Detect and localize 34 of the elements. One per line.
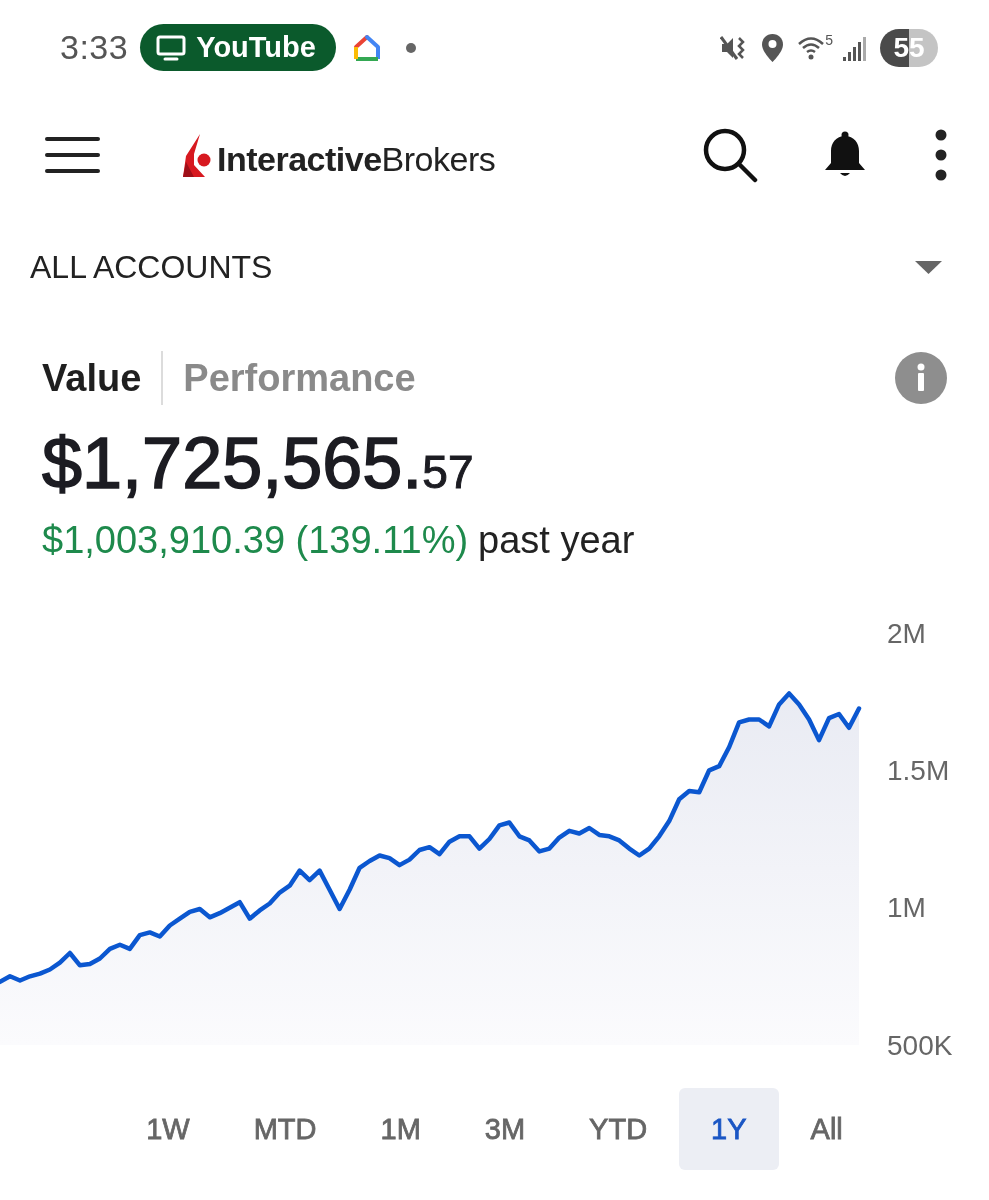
range-tab[interactable]: 1W [114,1088,222,1170]
location-pin-icon [761,32,785,63]
clock-time: 3:33 [60,28,129,67]
caret-icon [915,260,942,274]
range-tab[interactable]: YTD [557,1088,680,1170]
axis-tick-label: 1M [887,892,926,924]
logo-wordmark: InteractiveBrokers [217,141,496,176]
account-dropdown[interactable]: ALL ACCOUNTS [0,215,989,319]
signal-icon [843,34,868,61]
dot-icon [405,42,416,53]
app-chip[interactable]: YouTube [140,24,336,71]
axis-tick-label: 1.5M [887,754,950,786]
axis-tick-label: 500K [887,1029,953,1061]
range-tab[interactable]: 1M [348,1088,453,1170]
axis-tick-label: 2M [887,617,926,649]
battery-badge: 55 [880,28,938,67]
range-tab[interactable]: 1Y [679,1088,779,1170]
range-tab[interactable]: All [778,1088,875,1170]
range-tab[interactable]: 3M [452,1088,558,1170]
search-icon[interactable] [702,127,758,183]
logo-icon [183,133,211,177]
muted-speaker-icon [720,34,747,61]
change-period: past year [478,518,635,563]
house-icon [352,33,381,62]
tv-icon [156,34,187,61]
view-tab[interactable]: Performance [183,356,416,400]
view-tab[interactable]: Value [42,356,142,400]
wifi-band-label: 5 [825,31,833,48]
info-icon[interactable] [895,352,947,404]
portfolio-value: $1,725,565.57 [41,423,475,505]
change-amount: $1,003,910.39 (139.11%) [42,518,469,563]
wifi-icon [798,35,825,60]
range-tab[interactable]: MTD [221,1088,349,1170]
menu-icon[interactable] [45,136,100,174]
